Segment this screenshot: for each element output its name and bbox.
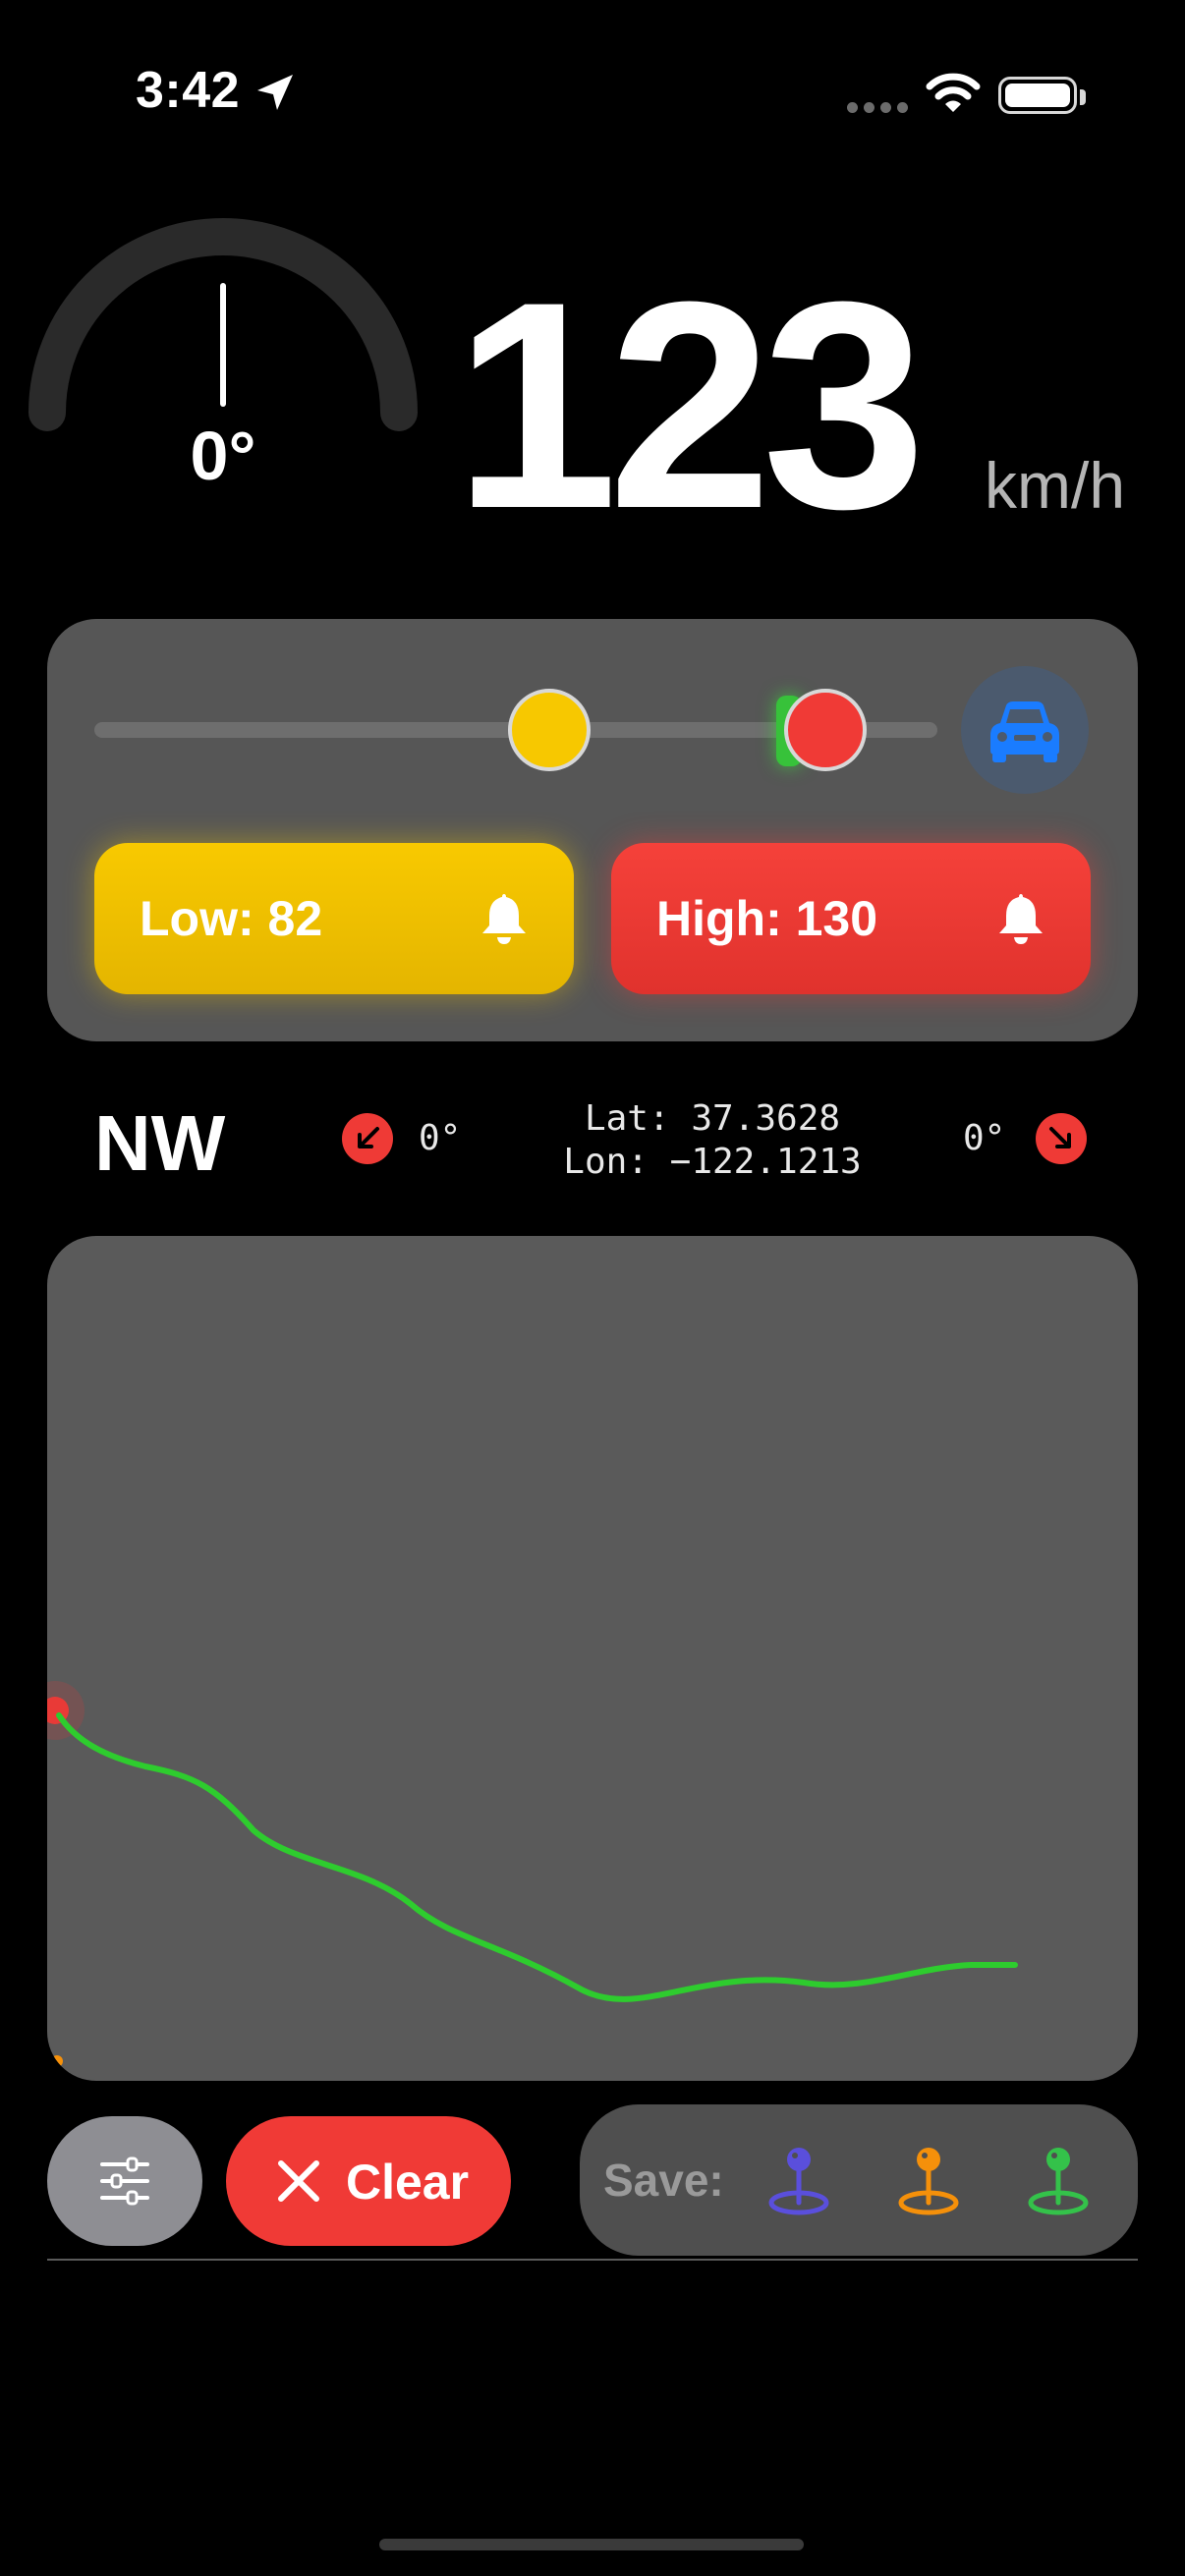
- settings-button[interactable]: [47, 2116, 202, 2246]
- heading-value: 0°: [190, 418, 256, 494]
- save-location-panel: Save:: [580, 2104, 1138, 2256]
- speed-value: 123: [454, 240, 927, 570]
- save-label: Save:: [603, 2155, 724, 2206]
- pin-green-icon[interactable]: [1026, 2146, 1091, 2216]
- arrow-down-right-icon: [1049, 1127, 1071, 1148]
- cellular-signal-icon: [847, 102, 908, 114]
- tilt-left-value: 0°: [419, 1118, 462, 1158]
- high-threshold-thumb[interactable]: [784, 689, 867, 771]
- heading-needle: [220, 283, 226, 407]
- heading-gauge: [28, 218, 418, 431]
- speed-unit: km/h: [985, 449, 1126, 522]
- route-track-layer: [47, 1681, 1018, 2067]
- high-alert-label: High: 130: [656, 891, 878, 946]
- route-map[interactable]: [47, 1236, 1138, 2081]
- high-speed-alert-button[interactable]: High: 130: [611, 843, 1091, 994]
- status-time: 3:42: [136, 62, 241, 119]
- bell-icon: [482, 894, 526, 944]
- route-end-marker: [51, 2055, 63, 2067]
- low-speed-alert-button[interactable]: Low: 82: [94, 843, 574, 994]
- close-icon: [278, 2160, 319, 2202]
- home-indicator: [379, 2539, 804, 2550]
- arrow-down-left-icon: [358, 1127, 379, 1148]
- longitude-value: Lon: −122.1213: [563, 1142, 862, 1182]
- low-alert-label: Low: 82: [140, 891, 323, 946]
- sliders-icon: [100, 2156, 149, 2206]
- low-threshold-thumb[interactable]: [508, 689, 591, 771]
- battery-icon: [998, 77, 1086, 114]
- compass-direction: NW: [94, 1099, 226, 1187]
- latitude-value: Lat: 37.3628: [584, 1098, 841, 1139]
- clear-button[interactable]: Clear: [226, 2116, 511, 2246]
- car-icon: [990, 701, 1059, 762]
- car-mode-button[interactable]: [961, 666, 1089, 794]
- pin-orange-icon[interactable]: [896, 2146, 961, 2216]
- tilt-right-badge: [1036, 1113, 1087, 1164]
- pin-blue-icon[interactable]: [766, 2146, 831, 2216]
- wifi-icon: [926, 73, 981, 112]
- tilt-left-badge: [342, 1113, 393, 1164]
- location-arrow-icon: [257, 75, 293, 110]
- route-track: [56, 1712, 1018, 2002]
- tilt-right-value: 0°: [963, 1118, 1006, 1158]
- bell-icon: [999, 894, 1043, 944]
- clear-label: Clear: [346, 2155, 470, 2210]
- divider: [47, 2259, 1138, 2261]
